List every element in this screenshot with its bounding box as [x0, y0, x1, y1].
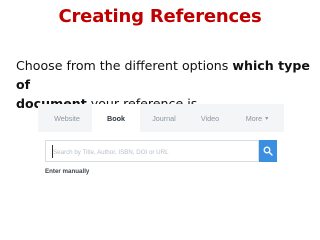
tab-label: Video — [200, 113, 220, 123]
search-box — [45, 140, 259, 163]
tab-journal[interactable]: Journal — [142, 104, 186, 132]
search-icon — [263, 146, 273, 156]
chevron-down-icon: ▾ — [265, 115, 269, 122]
reference-search-widget: Website Book Journal Video More ▾ Enter … — [38, 104, 284, 182]
enter-manually-link[interactable]: Enter manually — [45, 168, 89, 175]
search-panel: Enter manually — [38, 132, 284, 182]
text-cursor — [52, 145, 53, 158]
tab-label: Journal — [152, 113, 176, 123]
tab-website[interactable]: Website — [46, 104, 88, 132]
tab-label: Website — [54, 113, 80, 123]
tab-video[interactable]: Video — [188, 104, 232, 132]
tab-more[interactable]: More ▾ — [236, 104, 278, 132]
tab-label: Book — [107, 113, 125, 123]
tab-label: More — [245, 113, 263, 123]
body-text-part: Choose from the different options — [16, 58, 233, 73]
search-button[interactable] — [259, 140, 277, 162]
search-input[interactable] — [46, 142, 258, 163]
slide-title: Creating References — [58, 6, 262, 27]
document-type-tabs: Website Book Journal Video More ▾ — [38, 104, 284, 132]
tab-book[interactable]: Book — [92, 104, 140, 132]
